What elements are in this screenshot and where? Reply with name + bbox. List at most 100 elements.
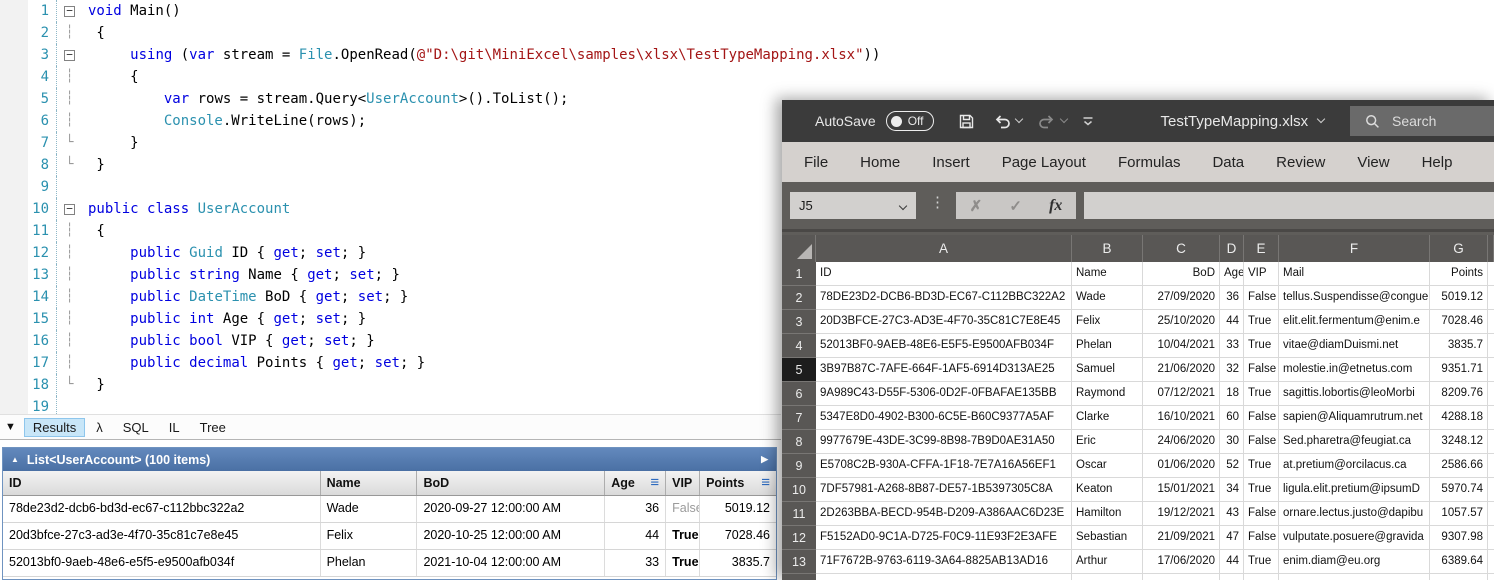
- ribbon-tab-view[interactable]: View: [1341, 154, 1405, 171]
- column-menu-icon[interactable]: ≡: [650, 475, 659, 490]
- cell[interactable]: Age: [1220, 262, 1244, 286]
- row-header-2[interactable]: 2: [782, 286, 816, 310]
- cell[interactable]: VIP: [1244, 262, 1279, 286]
- cell[interactable]: 9307.98: [1430, 526, 1488, 550]
- cell[interactable]: 44: [1220, 310, 1244, 334]
- column-header-d[interactable]: D: [1220, 235, 1244, 262]
- cell[interactable]: False: [1244, 430, 1279, 454]
- cell[interactable]: 7028.46: [1430, 310, 1488, 334]
- cell[interactable]: 18: [1220, 382, 1244, 406]
- cell[interactable]: True: [1244, 310, 1279, 334]
- results-column-id[interactable]: ID: [3, 471, 321, 495]
- cell[interactable]: E5708C2B-930A-CFFA-1F18-7E7A16A56EF1: [816, 454, 1072, 478]
- cell[interactable]: Arthur: [1072, 550, 1143, 574]
- select-all-button[interactable]: [782, 235, 816, 262]
- cell[interactable]: False: [1244, 286, 1279, 310]
- cell[interactable]: True: [1244, 454, 1279, 478]
- cell[interactable]: vitae@diamDuismi.net: [1279, 334, 1430, 358]
- cell[interactable]: Sed.pharetra@feugiat.ca: [1279, 430, 1430, 454]
- cell[interactable]: 3248.12: [1430, 430, 1488, 454]
- tab-il[interactable]: IL: [160, 418, 189, 437]
- cell[interactable]: Clarke: [1072, 406, 1143, 430]
- row-header-1[interactable]: 1: [782, 262, 816, 286]
- row-header-11[interactable]: 11: [782, 502, 816, 526]
- collapse-table-icon[interactable]: ▲: [11, 455, 19, 464]
- cell[interactable]: enim.diam@eu.org: [1279, 550, 1430, 574]
- cell[interactable]: [1143, 574, 1220, 580]
- cell[interactable]: 52013BF0-9AEB-48E6-E5F5-E9500AFB034F: [816, 334, 1072, 358]
- cell[interactable]: 5347E8D0-4902-B300-6C5E-B60C9377A5AF: [816, 406, 1072, 430]
- cell[interactable]: [1220, 574, 1244, 580]
- column-header-f[interactable]: F: [1279, 235, 1430, 262]
- cell[interactable]: 34: [1220, 478, 1244, 502]
- cell[interactable]: 5970.74: [1430, 478, 1488, 502]
- ribbon-tab-page-layout[interactable]: Page Layout: [986, 154, 1102, 171]
- cell[interactable]: 36: [1220, 286, 1244, 310]
- fold-toggle-icon[interactable]: −: [64, 5, 75, 17]
- row-header-9[interactable]: 9: [782, 454, 816, 478]
- row-header-7[interactable]: 7: [782, 406, 816, 430]
- cell[interactable]: 30: [1220, 430, 1244, 454]
- cell[interactable]: 27/09/2020: [1143, 286, 1220, 310]
- column-header-g[interactable]: G: [1430, 235, 1488, 262]
- column-header-e[interactable]: E: [1244, 235, 1279, 262]
- cell[interactable]: 3B97B87C-7AFE-664F-1AF5-6914D313AE25: [816, 358, 1072, 382]
- cancel-entry-icon[interactable]: ✗: [970, 197, 983, 215]
- cell[interactable]: 4288.18: [1430, 406, 1488, 430]
- results-column-name[interactable]: Name: [321, 471, 418, 495]
- expand-table-icon[interactable]: ▶: [761, 454, 768, 465]
- cell[interactable]: Sebastian: [1072, 526, 1143, 550]
- cell[interactable]: 17/06/2020: [1143, 550, 1220, 574]
- cell[interactable]: True: [1244, 334, 1279, 358]
- row-header-12[interactable]: 12: [782, 526, 816, 550]
- cell[interactable]: 32: [1220, 358, 1244, 382]
- tab-λ[interactable]: λ: [87, 418, 112, 437]
- row-header-4[interactable]: 4: [782, 334, 816, 358]
- cell[interactable]: 10/04/2021: [1143, 334, 1220, 358]
- cell[interactable]: 07/12/2021: [1143, 382, 1220, 406]
- cell[interactable]: 25/10/2020: [1143, 310, 1220, 334]
- cell[interactable]: at.pretium@orcilacus.ca: [1279, 454, 1430, 478]
- cell[interactable]: Phelan: [1072, 334, 1143, 358]
- cell[interactable]: ligula.elit.pretium@ipsumD: [1279, 478, 1430, 502]
- cell[interactable]: vulputate.posuere@gravida: [1279, 526, 1430, 550]
- name-box[interactable]: J5: [790, 192, 916, 219]
- redo-button[interactable]: [1038, 113, 1068, 129]
- cell[interactable]: tellus.Suspendisse@congue: [1279, 286, 1430, 310]
- cell[interactable]: True: [1244, 382, 1279, 406]
- row-header-13[interactable]: 13: [782, 550, 816, 574]
- cell[interactable]: True: [1244, 478, 1279, 502]
- document-title[interactable]: TestTypeMapping.xlsx: [1161, 113, 1326, 130]
- tab-results[interactable]: Results: [23, 417, 86, 437]
- results-column-bod[interactable]: BoD: [417, 471, 606, 495]
- cell[interactable]: 21/09/2021: [1143, 526, 1220, 550]
- cell[interactable]: True: [1244, 550, 1279, 574]
- cell[interactable]: F5152AD0-9C1A-D725-F0C9-11E93F2E3AFE: [816, 526, 1072, 550]
- cell[interactable]: 6389.64: [1430, 550, 1488, 574]
- cell[interactable]: 78DE23D2-DCB6-BD3D-EC67-C112BBC322A2: [816, 286, 1072, 310]
- cell[interactable]: Mail: [1279, 262, 1430, 286]
- ribbon-tab-review[interactable]: Review: [1260, 154, 1341, 171]
- cell[interactable]: Felix: [1072, 310, 1143, 334]
- tab-sql[interactable]: SQL: [114, 418, 158, 437]
- cell[interactable]: sapien@Aliquamrutrum.net: [1279, 406, 1430, 430]
- cell[interactable]: False: [1244, 526, 1279, 550]
- cell[interactable]: 9A989C43-D55F-5306-0D2F-0FBAFAE135BB: [816, 382, 1072, 406]
- column-menu-icon[interactable]: ≡: [761, 475, 770, 490]
- cell[interactable]: 16/10/2021: [1143, 406, 1220, 430]
- cell[interactable]: 20D3BFCE-27C3-AD3E-4F70-35C81C7E8E45: [816, 310, 1072, 334]
- cell[interactable]: False: [1244, 358, 1279, 382]
- row-header-5[interactable]: 5: [782, 358, 816, 382]
- insert-function-icon[interactable]: fx: [1049, 197, 1062, 215]
- fold-toggle-icon[interactable]: −: [64, 49, 75, 61]
- results-column-vip[interactable]: VIP: [666, 471, 701, 495]
- results-column-points[interactable]: Points ≡: [700, 471, 776, 495]
- cell[interactable]: 71F7672B-9763-6119-3A64-8825AB13AD16: [816, 550, 1072, 574]
- cell[interactable]: 3835.7: [1430, 334, 1488, 358]
- cell[interactable]: 15/01/2021: [1143, 478, 1220, 502]
- cell[interactable]: elit.elit.fermentum@enim.e: [1279, 310, 1430, 334]
- cell[interactable]: ornare.lectus.justo@dapibu: [1279, 502, 1430, 526]
- row-header-14[interactable]: 14: [782, 574, 816, 580]
- cell[interactable]: ID: [816, 262, 1072, 286]
- results-column-age[interactable]: Age ≡: [605, 471, 667, 495]
